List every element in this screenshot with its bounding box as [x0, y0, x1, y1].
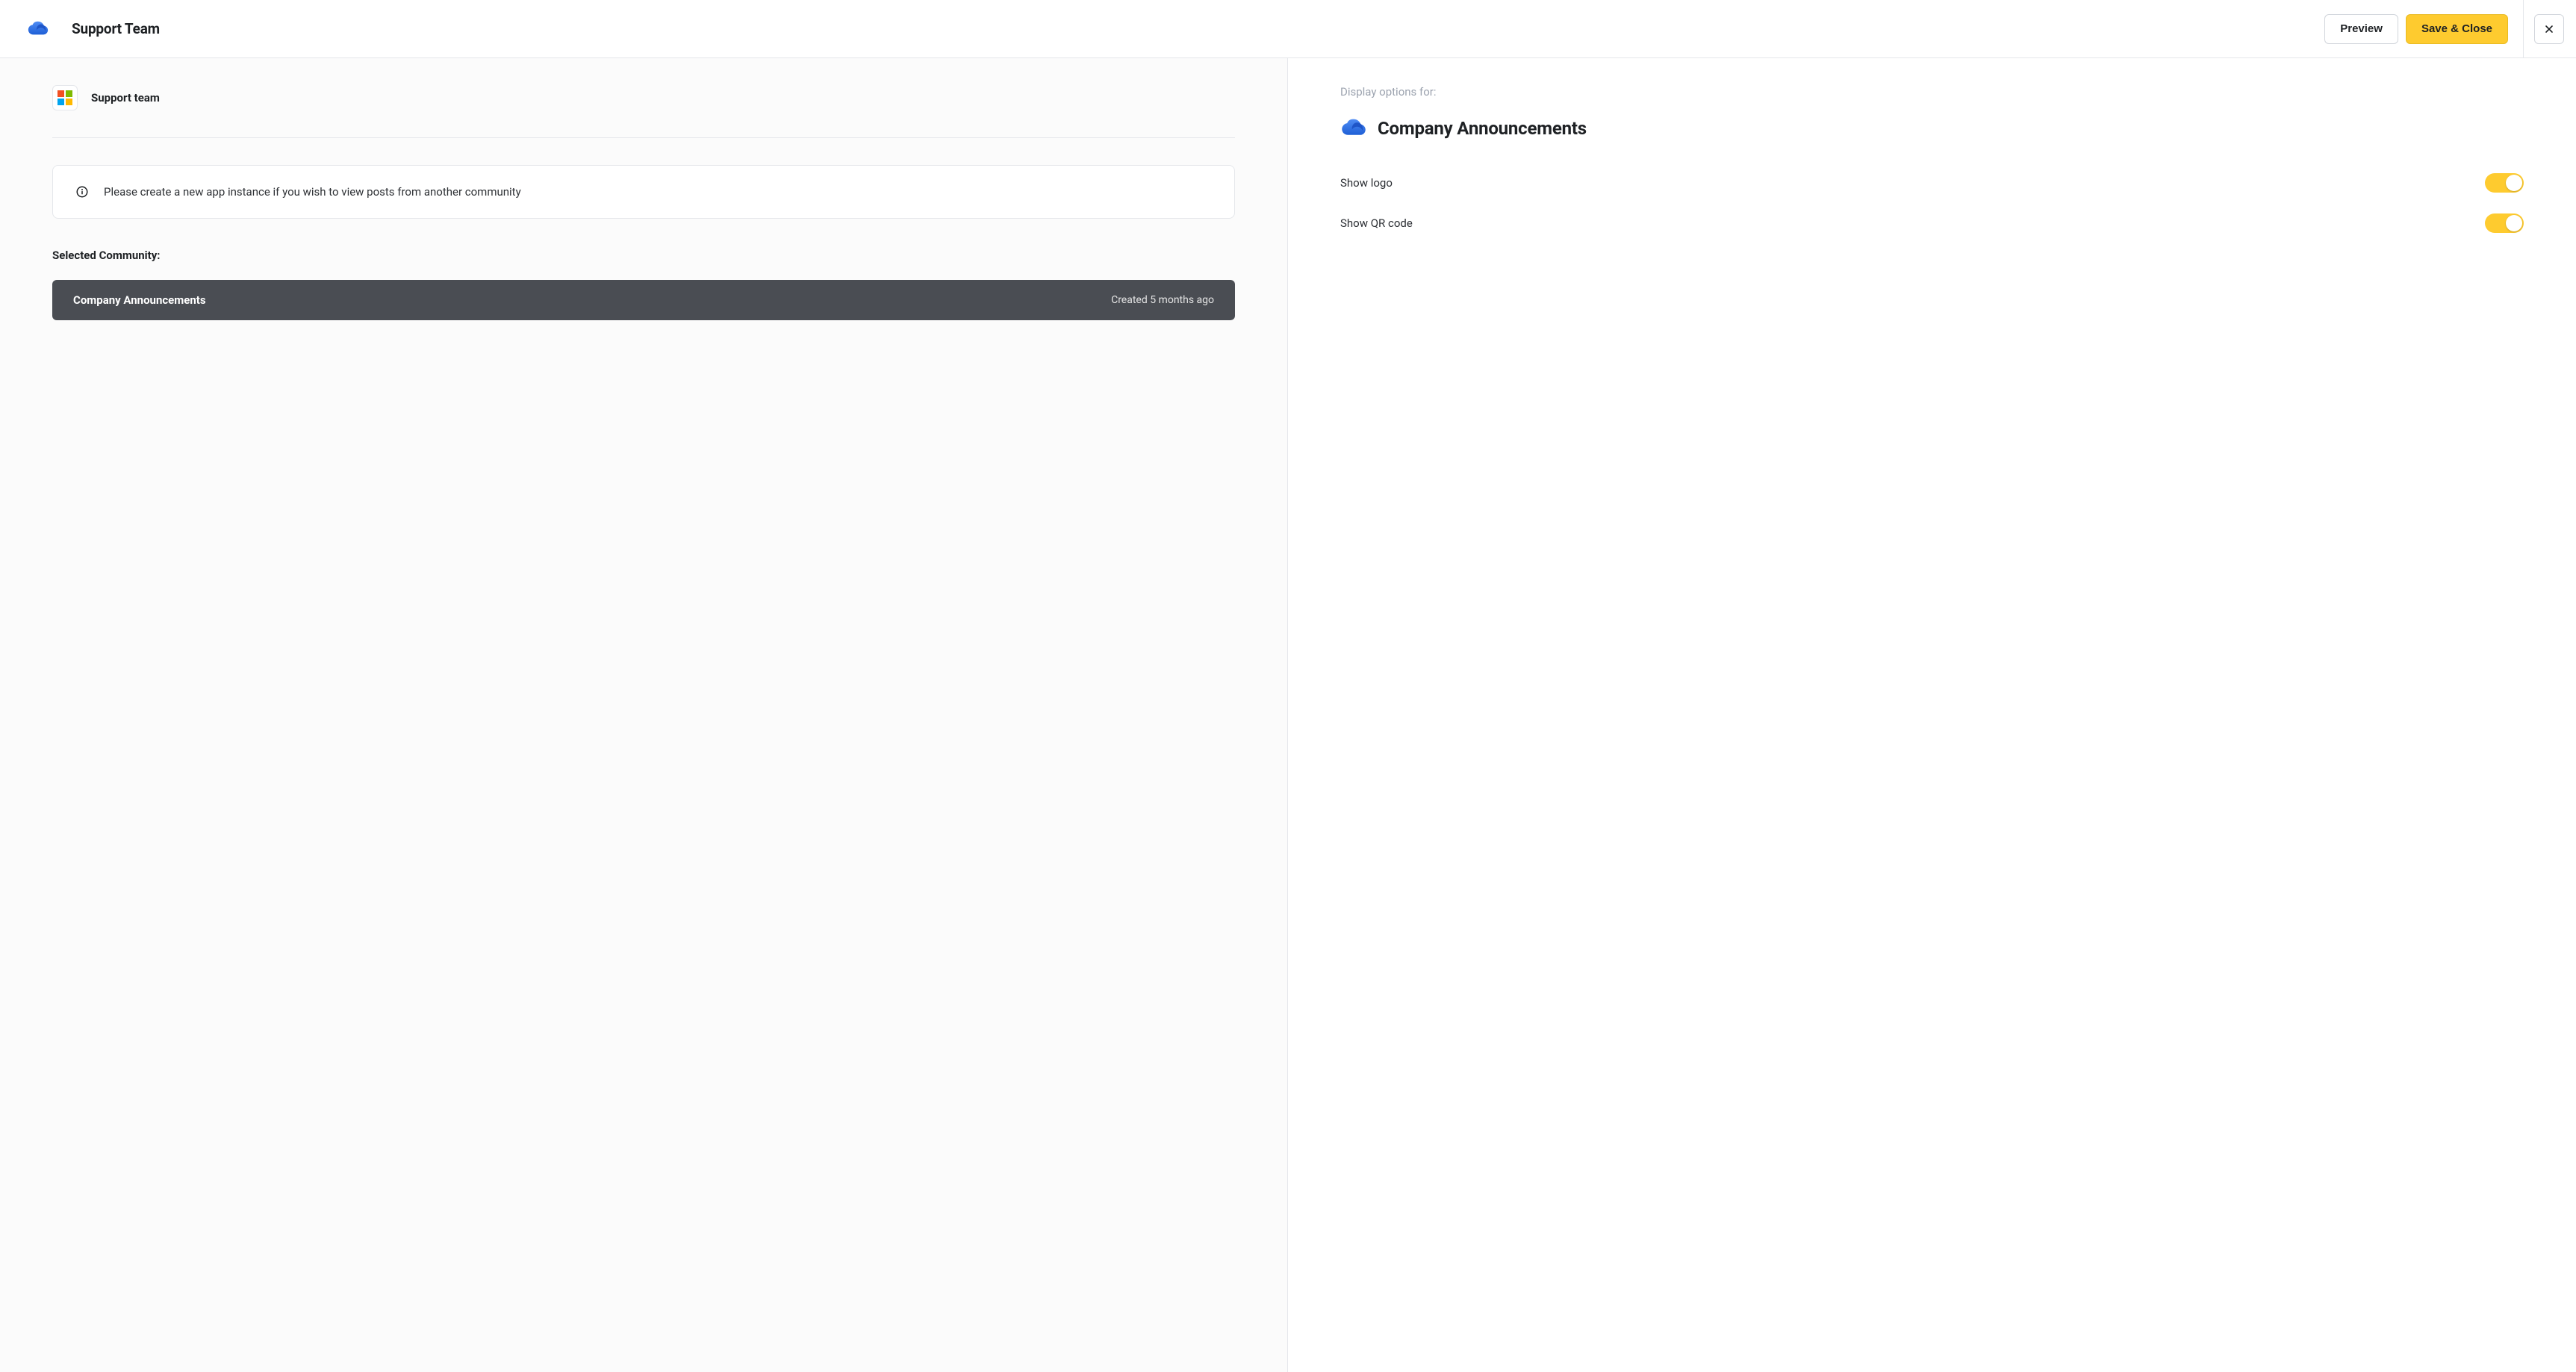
info-banner: Please create a new app instance if you … [52, 165, 1235, 219]
divider [2523, 0, 2524, 58]
option-show-logo: Show logo [1340, 163, 2524, 203]
org-row: Support team [52, 85, 1235, 138]
option-show-logo-toggle[interactable] [2485, 173, 2524, 193]
option-show-qr: Show QR code [1340, 203, 2524, 243]
save-close-button[interactable]: Save & Close [2406, 14, 2508, 44]
microsoft-logo-icon [57, 90, 72, 105]
display-options-eyebrow: Display options for: [1340, 85, 2524, 99]
header-actions: Preview Save & Close [2324, 14, 2564, 44]
display-options-title: Company Announcements [1378, 118, 1587, 139]
option-show-qr-toggle[interactable] [2485, 213, 2524, 233]
left-panel: Support team Please create a new app ins… [0, 58, 1288, 1372]
selected-community-label: Selected Community: [52, 249, 1235, 262]
preview-button[interactable]: Preview [2324, 14, 2398, 44]
info-message: Please create a new app instance if you … [104, 185, 521, 199]
option-show-qr-label: Show QR code [1340, 216, 1413, 230]
option-show-logo-label: Show logo [1340, 176, 1393, 190]
close-icon [2543, 23, 2555, 35]
close-button[interactable] [2534, 14, 2564, 44]
right-panel: Display options for: Company Announcemen… [1288, 58, 2576, 1372]
header-left: Support Team [27, 18, 160, 40]
page-title: Support Team [72, 20, 160, 37]
app-logo-icon [27, 18, 49, 40]
header: Support Team Preview Save & Close [0, 0, 2576, 58]
community-name: Company Announcements [73, 293, 206, 307]
community-row[interactable]: Company Announcements Created 5 months a… [52, 280, 1235, 320]
toggle-knob [2506, 215, 2522, 231]
info-icon [75, 185, 89, 199]
community-logo-icon [1340, 115, 1367, 142]
toggle-knob [2506, 175, 2522, 191]
display-options-title-row: Company Announcements [1340, 115, 2524, 142]
community-created-meta: Created 5 months ago [1111, 294, 1214, 306]
org-name: Support team [91, 91, 160, 105]
org-logo-chip [52, 85, 78, 110]
